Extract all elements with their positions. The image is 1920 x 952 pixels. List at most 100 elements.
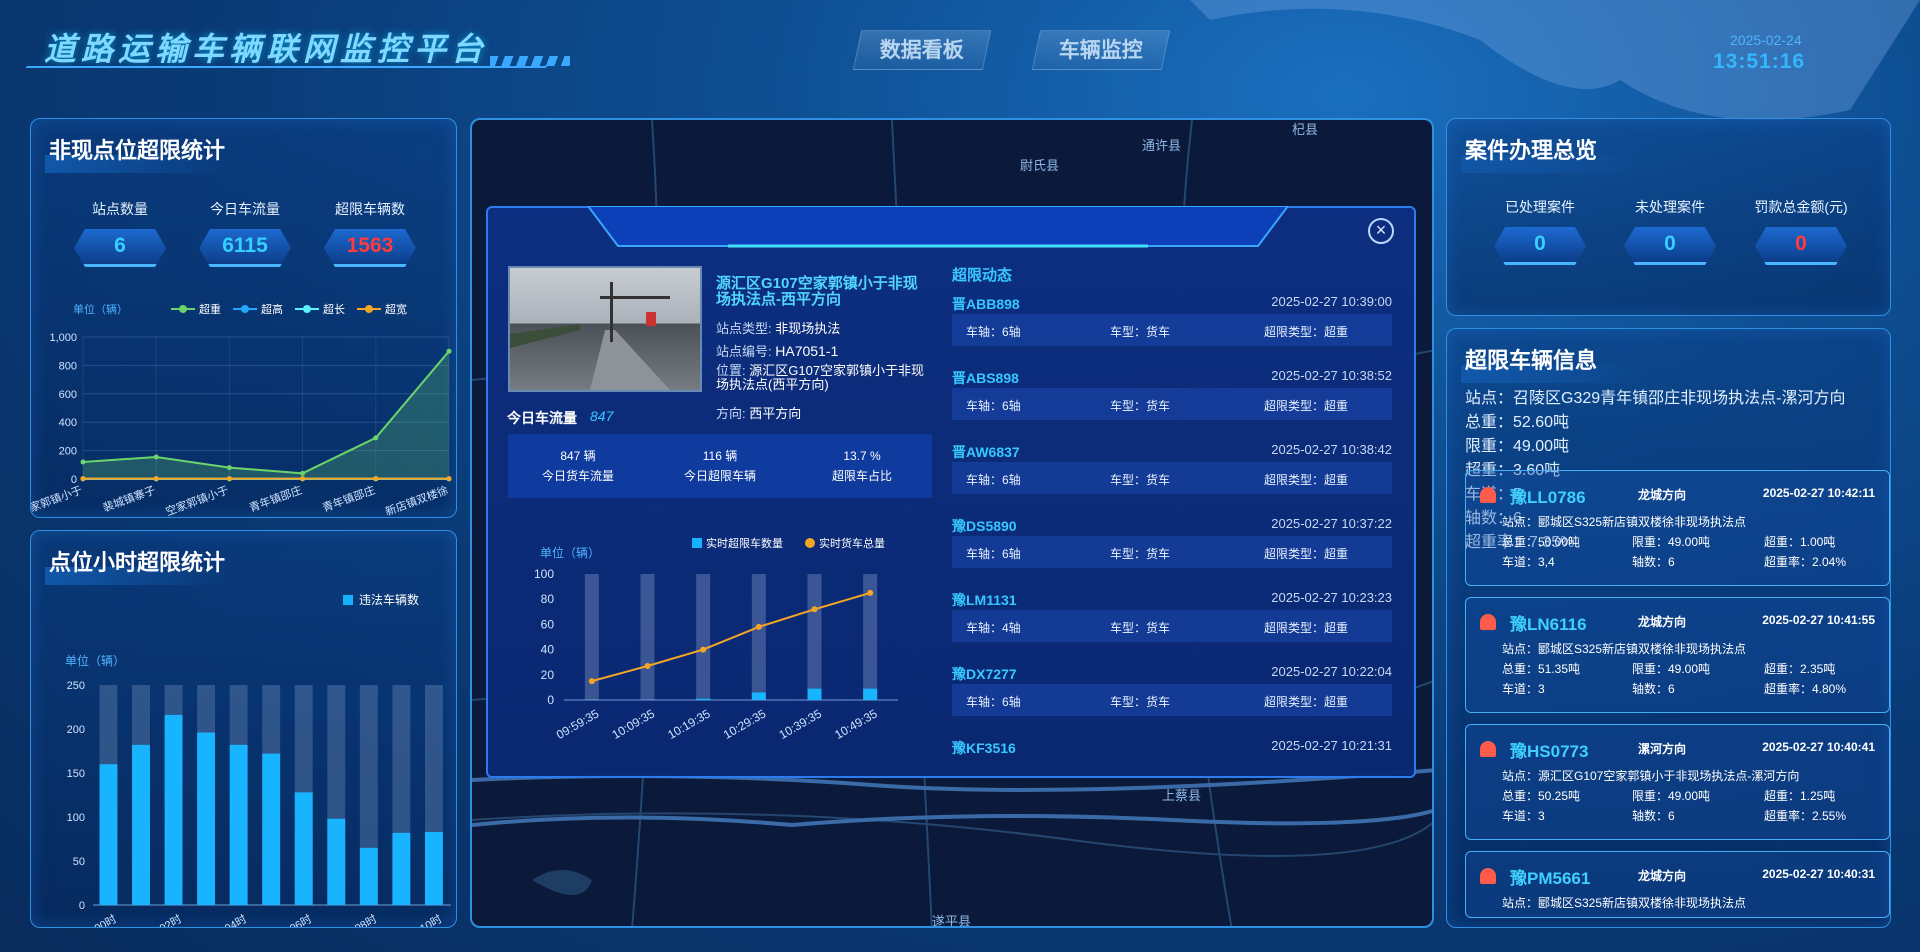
popup-close-button[interactable]: × [1368, 218, 1394, 244]
vehicle-card[interactable]: 豫HS0773 漯河方向 2025-02-27 10:40:41 站点：源汇区G107… [1465, 724, 1890, 840]
alarm-light-icon [1480, 868, 1496, 884]
bar-overlimit [696, 698, 711, 700]
vehicle-plate: 豫HS0773 [1510, 742, 1589, 761]
vehicle-lane: 车道：3,4 [1502, 555, 1555, 569]
alarm-plate: 豫LM1131 [952, 592, 1017, 608]
panel-title: 点位小时超限统计 [44, 545, 235, 585]
map-label-shangcai: 上蔡县 [1162, 788, 1201, 803]
x-tick-label: 青年镇邵庄 [247, 483, 303, 515]
legend-label: 超高 [261, 302, 283, 316]
x-tick-label: 青年镇邵庄 [320, 483, 376, 515]
legend-label: 超长 [323, 302, 345, 316]
panel-title: 非现点位超限统计 [44, 133, 235, 173]
series-line-total [591, 591, 871, 683]
popup-header-decoration [588, 206, 1288, 248]
alarm-plate: 豫DS5890 [952, 518, 1017, 534]
vehicle-limit-weight: 限重：49.00吨 [1632, 535, 1711, 549]
x-tick-label: 空家郭镇小于 [31, 483, 84, 517]
nav-data-dashboard[interactable]: 数据看板 [852, 30, 992, 70]
alarm-light-icon [1480, 741, 1496, 757]
vehicle-limit-weight: 限重：49.00吨 [1632, 789, 1711, 803]
data-point [811, 606, 818, 613]
x-tick-label: 02时 [157, 912, 184, 927]
map-label-tongxu: 通许县 [1142, 138, 1181, 153]
vehicle-direction: 龙城方向 [1638, 869, 1687, 883]
bar-02时 [164, 714, 183, 905]
vehicle-over-weight: 超重：2.35吨 [1764, 662, 1836, 676]
summary-bar: 847 辆今日货车流量 116 辆今日超限车辆 13.7 % 超限车占比 [508, 434, 932, 498]
vehicle-total-weight: 总重：50.00吨 [1502, 535, 1581, 549]
y-tick-label: 50 [73, 856, 85, 868]
alarm-plate: 豫DX7277 [952, 666, 1017, 682]
x-tick-label: 06时 [287, 912, 314, 927]
panel-hourly-overlimit: 点位小时超限统计 违法车辆数 单位（辆） 250 200 150 100 50 0 00时 02时… [30, 530, 457, 928]
bar-00时 [99, 764, 118, 905]
vehicle-site: 站点：源汇区G107空家郭镇小于非现场执法点-漯河方向 [1502, 769, 1800, 783]
bar-04时 [229, 744, 248, 905]
vehicle-direction: 龙城方向 [1638, 488, 1687, 502]
bar-background [807, 574, 822, 700]
line-chart-overlimit-types: 单位（辆） 超重 超高 超长 超宽1,0008006004002000空家郭镇小于 裴城镇… [31, 302, 452, 517]
y-unit-label: 单位（辆） [73, 302, 128, 316]
vehicle-card[interactable]: 豫LL0786 龙城方向 2025-02-27 10:42:11 站点：郾城区S325… [1465, 470, 1890, 586]
data-point [80, 476, 86, 482]
vehicle-total-weight: 总重：50.25吨 [1502, 789, 1581, 803]
alarm-detail: 车轴：6轴 车型：货车 超限类型：超重 [952, 536, 1392, 568]
vehicle-time: 2025-02-27 10:40:31 [1762, 867, 1875, 881]
stat-site-count: 站点数量 6 [65, 199, 175, 267]
alarm-detail: 车轴：6轴 车型：货车 超限类型：超重 [952, 314, 1392, 346]
legend-dot [179, 305, 187, 313]
vehicle-card[interactable]: 豫LN6116 龙城方向 2025-02-27 10:41:55 站点：郾城区S325… [1465, 597, 1890, 713]
data-point [373, 476, 379, 482]
vehicle-axles: 轴数：6 [1632, 809, 1675, 823]
vehicle-plate: 豫PM5661 [1510, 869, 1591, 888]
vehicle-card-partial[interactable]: 站点：召陵区G329青年镇邵庄非现场执法点-漯河方向 总重：52.60吨 限重：… [1465, 384, 1890, 551]
bar-background [751, 574, 766, 700]
y-tick-label: 100 [534, 567, 554, 581]
vehicle-axles: 轴数：6 [1632, 682, 1675, 696]
vehicle-card[interactable]: 豫PM5661 龙城方向 2025-02-27 10:40:31 站点：郾城区S325… [1465, 851, 1890, 918]
vehicle-over-rate: 超重率：2.04% [1764, 555, 1847, 569]
legend-label: 超重 [199, 302, 221, 316]
vehicle-limit-weight: 限重：49.00吨 [1632, 662, 1711, 676]
stat-unhandled-cases: 未处理案件 0 [1615, 197, 1725, 265]
popup-realtime-chart: 实时超限车数量 实时货车总量单位（辆）10080604020009:59:35 10… [534, 536, 898, 740]
vehicle-time: 2025-02-27 10:41:55 [1762, 613, 1875, 627]
site-name: 源汇区G107空家郭镇小于非现场执法点-西平方向 [716, 275, 918, 308]
x-tick-label: 04时 [222, 912, 249, 927]
vehicle-over-weight: 超重：1.00吨 [1764, 535, 1836, 549]
today-flow-value: 847 [590, 408, 614, 424]
x-tick-label: 10:09:35 [610, 706, 658, 740]
y-tick-label: 0 [547, 693, 554, 707]
panel-site-overlimit: 非现点位超限统计 站点数量 6 今日车流量 6115 超限车辆数 1563 单位（辆）… [30, 118, 457, 518]
y-tick-label: 40 [541, 643, 555, 657]
x-tick-label: 08时 [353, 912, 380, 927]
alarm-plate: 晋AW6837 [952, 444, 1020, 460]
alarm-time: 2025-02-27 10:39:00 [1271, 294, 1392, 309]
y-unit-label: 单位（辆） [65, 653, 125, 668]
y-tick-label: 100 [67, 812, 85, 824]
y-tick-label: 60 [541, 617, 555, 631]
today-flow-label: 今日车流量 [507, 410, 577, 426]
x-tick-label: 00时 [92, 912, 119, 927]
vehicle-time: 2025-02-27 10:40:41 [1762, 740, 1875, 754]
nav-vehicle-monitor[interactable]: 车辆监控 [1031, 30, 1171, 70]
vehicle-direction: 漯河方向 [1638, 742, 1687, 756]
alarm-detail: 车轴：6轴 车型：货车 超限类型：超重 [952, 684, 1392, 716]
legend-label: 实时超限车数量 [706, 536, 783, 550]
data-point [373, 435, 379, 441]
bar-07时 [327, 818, 346, 905]
vehicle-site: 站点：郾城区S325新店镇双楼徐非现场执法点 [1502, 896, 1747, 910]
alarm-list-title: 超限动态 [952, 267, 1013, 284]
site-location: 位置: 源汇区G107空家郭镇小于非现场执法点(西平方向) [716, 363, 925, 392]
y-tick-label: 600 [59, 389, 77, 401]
alarm-time: 2025-02-27 10:38:42 [1271, 442, 1392, 457]
y-tick-label: 800 [59, 360, 77, 372]
site-photo [508, 266, 702, 392]
vehicle-over-rate: 超重率：2.55% [1764, 809, 1847, 823]
vehicle-direction: 龙城方向 [1638, 615, 1687, 629]
summary-truck-flow: 847 辆今日货车流量 [541, 449, 614, 483]
header-time: 13:51:16 [1713, 50, 1806, 73]
site-code: 站点编号: HA7051-1 [716, 343, 839, 359]
vehicle-plate: 豫LL0786 [1510, 488, 1586, 507]
